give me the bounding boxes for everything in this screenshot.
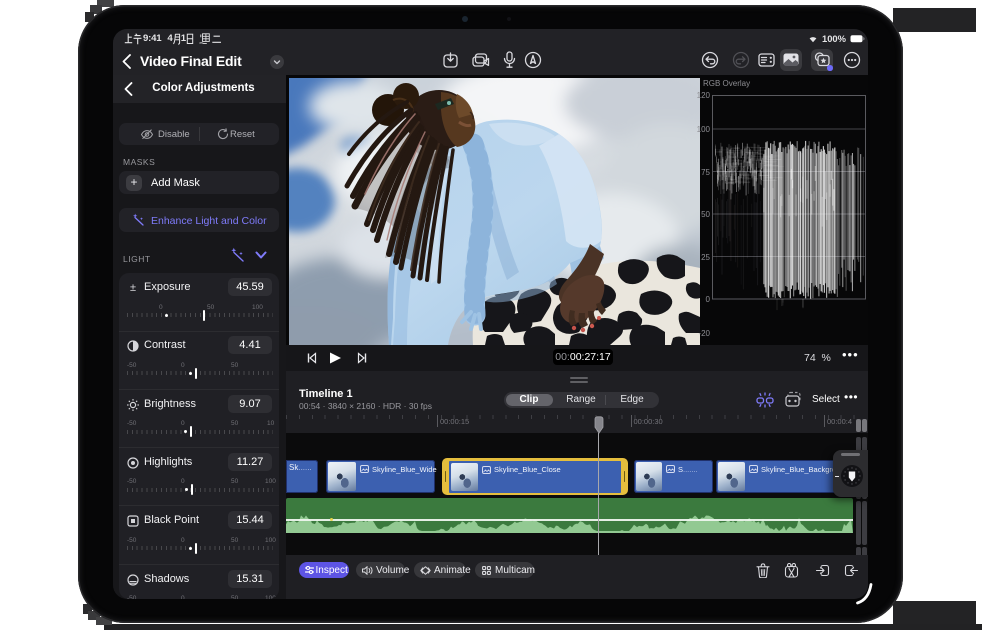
- svg-text:±: ±: [130, 282, 136, 294]
